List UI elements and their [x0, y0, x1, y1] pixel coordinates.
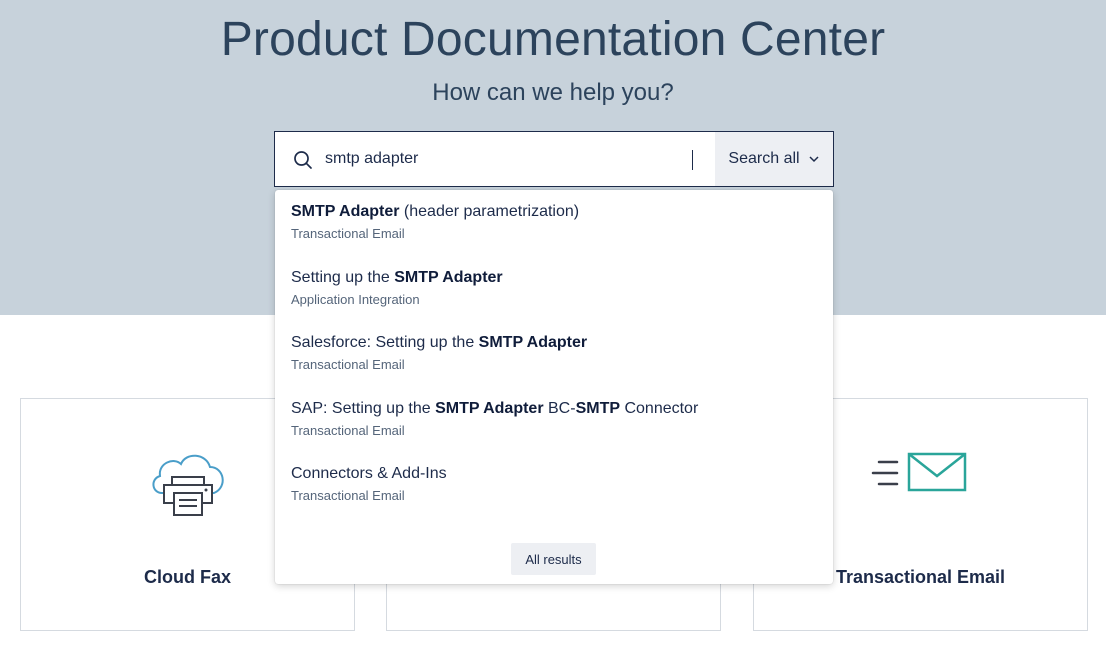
search-bar: Search all [274, 131, 834, 187]
suggestion-item[interactable]: SMTP Adapter (header parametrization) Tr… [291, 202, 811, 242]
envelope-icon [871, 452, 966, 492]
suggestion-item[interactable]: Salesforce: Setting up the SMTP Adapter … [291, 333, 811, 373]
match-highlight: SMTP Adapter [394, 269, 503, 286]
all-results-button[interactable]: All results [511, 543, 596, 575]
suggestion-category: Transactional Email [291, 423, 405, 438]
chevron-down-icon [809, 156, 819, 163]
cloud-printer-icon [152, 454, 224, 516]
suggestion-text: SAP: Setting up the [291, 400, 436, 417]
suggestion-category: Application Integration [291, 292, 420, 307]
suggestion-text: Setting up the [291, 269, 395, 286]
suggestion-title: SMTP Adapter (header parametrization) [291, 202, 811, 222]
suggestion-item[interactable]: SAP: Setting up the SMTP Adapter BC-SMTP… [291, 399, 811, 439]
suggestion-text: Connectors & Add-Ins [291, 465, 447, 482]
suggestion-title: Setting up the SMTP Adapter [291, 268, 811, 288]
suggestion-text: Salesforce: Setting up the [291, 334, 479, 351]
match-highlight: SMTP Adapter [291, 203, 400, 220]
match-highlight: SMTP Adapter [435, 400, 544, 417]
suggestion-item[interactable]: Setting up the SMTP Adapter Application … [291, 268, 811, 308]
search-input-wrapper[interactable] [275, 132, 715, 186]
suggestion-title: Connectors & Add-Ins [291, 464, 811, 484]
search-scope-label: Search all [728, 150, 800, 167]
page-title: Product Documentation Center [220, 13, 886, 66]
suggestion-title: SAP: Setting up the SMTP Adapter BC-SMTP… [291, 399, 811, 419]
suggestion-text: BC- [543, 400, 576, 417]
suggestion-category: Transactional Email [291, 488, 405, 503]
text-caret [692, 150, 693, 170]
search-scope-dropdown[interactable]: Search all [715, 132, 833, 186]
suggestion-item[interactable]: Connectors & Add-Ins Transactional Email [291, 464, 811, 504]
search-icon [294, 151, 312, 169]
search-input[interactable] [325, 132, 705, 186]
suggestion-category: Transactional Email [291, 226, 405, 241]
suggestion-category: Transactional Email [291, 357, 405, 372]
page-subtitle: How can we help you? [432, 79, 674, 106]
suggestion-title: Salesforce: Setting up the SMTP Adapter [291, 333, 811, 353]
search-suggestions-dropdown: SMTP Adapter (header parametrization) Tr… [275, 190, 833, 584]
suggestion-text: (header parametrization) [399, 203, 580, 220]
match-highlight: SMTP [575, 400, 621, 417]
suggestion-text: Connector [620, 400, 699, 417]
match-highlight: SMTP Adapter [478, 334, 588, 351]
